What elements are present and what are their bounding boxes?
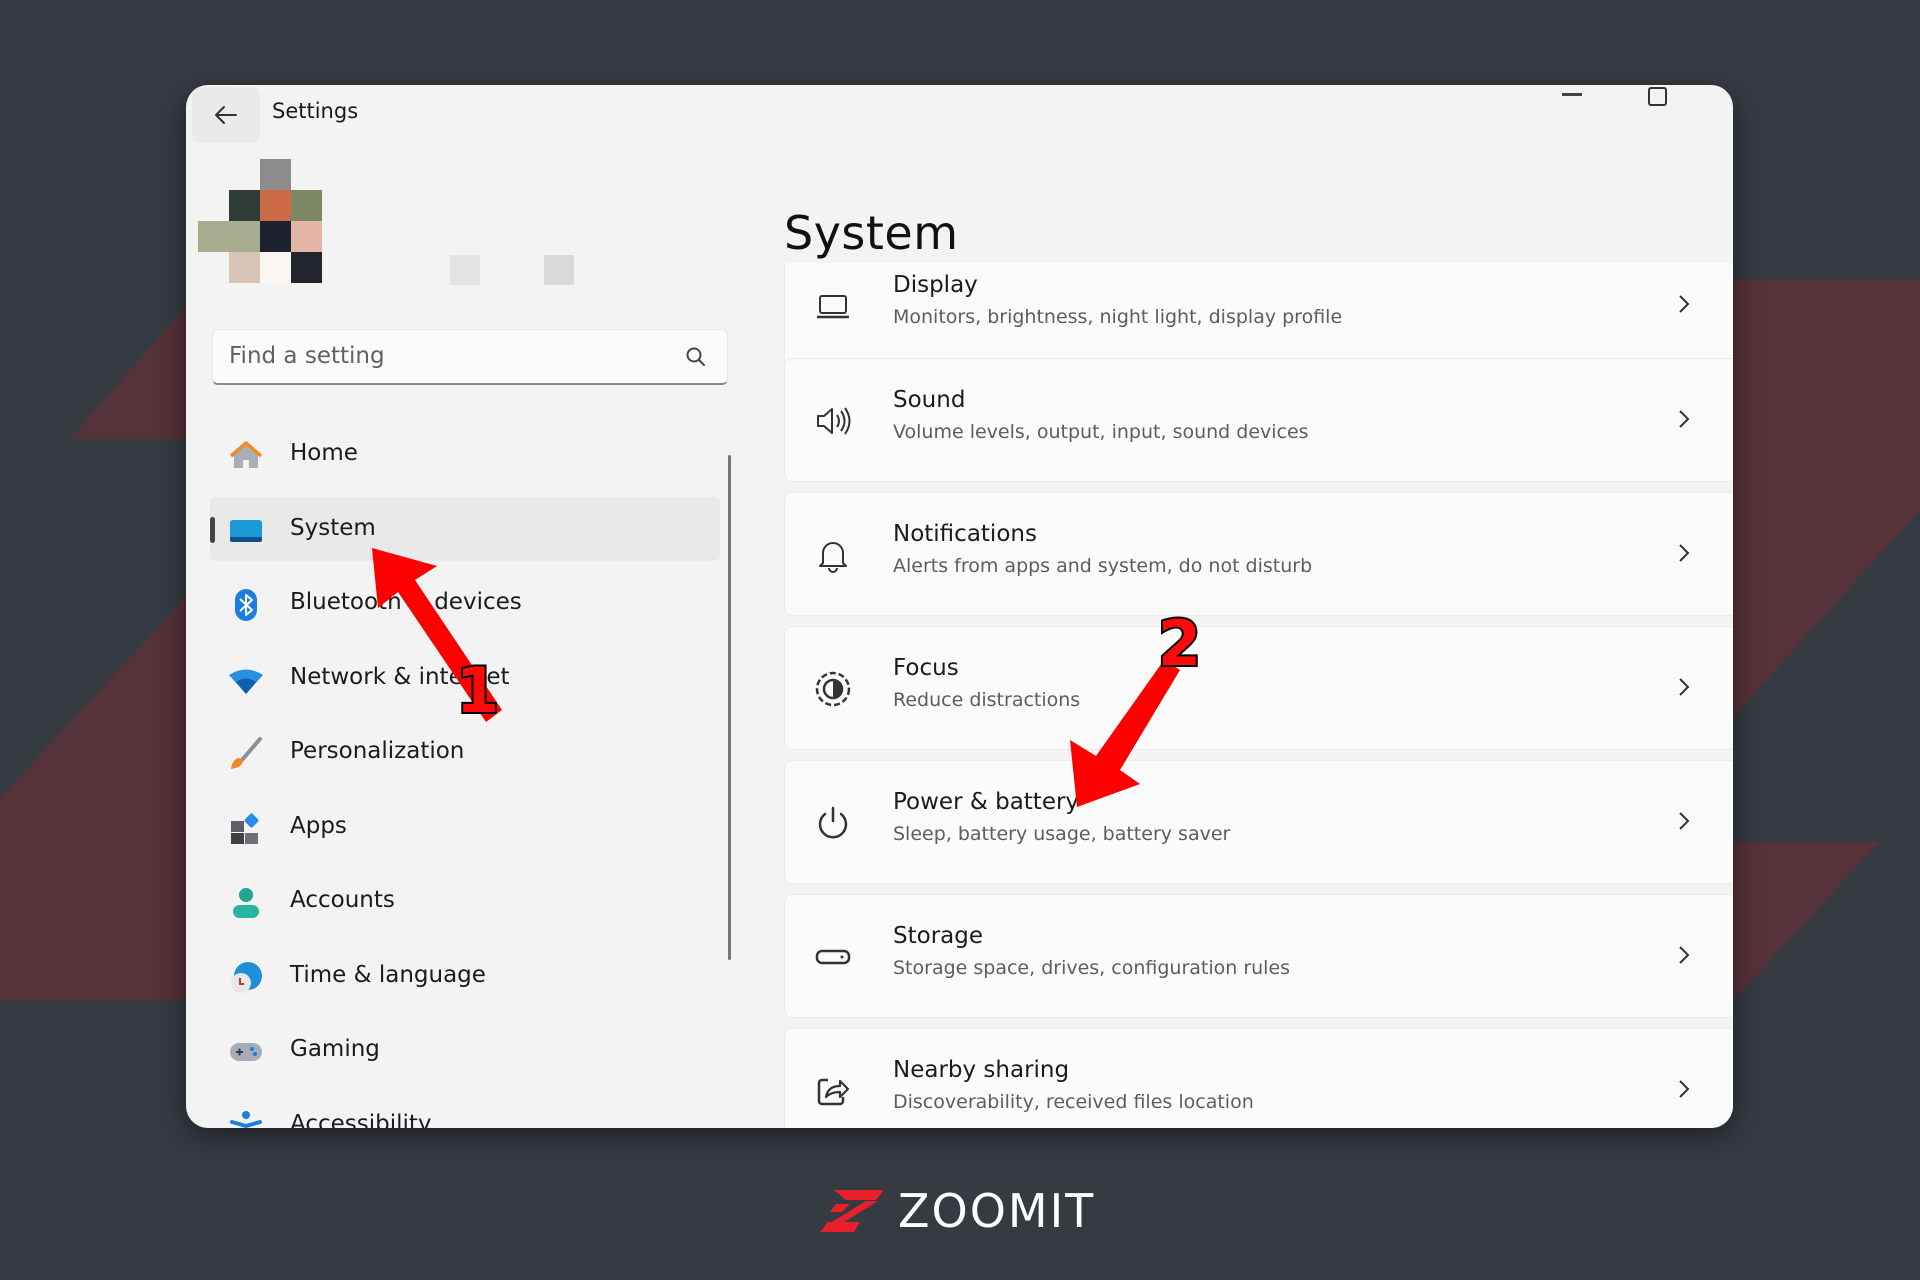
account-name-redacted (450, 255, 480, 285)
card-description: Reduce distractions (893, 689, 1081, 711)
selection-indicator (210, 516, 215, 543)
brush-icon (231, 737, 262, 769)
chevron-right-icon (1679, 678, 1690, 696)
maximize-button[interactable] (1648, 87, 1667, 106)
back-arrow-icon (215, 106, 237, 124)
apps-icon (231, 813, 259, 844)
bg-shape-right-lower (1733, 842, 1880, 1000)
card-storage[interactable]: Storage Storage space, drives, configura… (784, 894, 1733, 1018)
account-icon (233, 888, 259, 918)
bluetooth-icon (235, 589, 257, 621)
sidebar-item-label: Time & language (290, 961, 486, 988)
speaker-icon (817, 407, 851, 435)
wifi-icon (229, 669, 263, 694)
account-email-redacted (544, 255, 574, 285)
sidebar-item-personalization[interactable]: Personalization (210, 720, 720, 784)
storage-icon (815, 949, 851, 965)
card-title: Storage (893, 923, 983, 949)
bg-shape-left-lower (0, 597, 186, 1000)
card-title: Nearby sharing (893, 1057, 1070, 1083)
card-title: Display (893, 272, 978, 298)
avatar[interactable] (198, 159, 328, 289)
bell-icon (819, 542, 847, 573)
display-icon (817, 295, 849, 319)
card-title: Notifications (893, 521, 1037, 547)
search-box[interactable] (212, 329, 728, 385)
settings-window: Settings Home System Bluetooth (186, 85, 1733, 1128)
card-title: Sound (893, 387, 966, 413)
focus-icon (815, 671, 851, 707)
share-icon (817, 1078, 850, 1106)
sidebar-item-label: Gaming (290, 1036, 380, 1062)
sidebar-item-label: Network & internet (290, 663, 510, 690)
card-title: Power & battery (893, 789, 1080, 815)
card-display[interactable]: Display Monitors, brightness, night ligh… (784, 263, 1733, 367)
home-icon (229, 441, 263, 468)
card-description: Volume levels, output, input, sound devi… (893, 421, 1309, 443)
sidebar-item-accessibility[interactable]: Accessibility (210, 1093, 720, 1129)
app-title: Settings (272, 99, 359, 123)
sidebar-item-label: Bluetooth & devices (290, 589, 522, 615)
sidebar-item-label: Apps (290, 812, 347, 839)
logo-text: ZOOMIT (898, 1184, 1096, 1238)
sidebar-item-accounts[interactable]: Accounts (210, 869, 720, 933)
card-description: Sleep, battery usage, battery saver (893, 823, 1231, 845)
card-focus[interactable]: Focus Reduce distractions (784, 626, 1733, 750)
card-power-battery[interactable]: Power & battery Sleep, battery usage, ba… (784, 760, 1733, 884)
chevron-right-icon (1679, 295, 1690, 313)
card-description: Discoverability, received files location (893, 1091, 1254, 1113)
sidebar-scrollbar[interactable] (728, 455, 731, 960)
gamepad-icon (230, 1043, 262, 1061)
chevron-right-icon (1679, 946, 1690, 964)
sidebar-nav: Home System Bluetooth & devices Network … (210, 422, 720, 1128)
chevron-right-icon (1679, 812, 1690, 830)
sidebar-item-system[interactable]: System (210, 496, 720, 561)
back-button[interactable] (192, 87, 260, 143)
card-description: Storage space, drives, configuration rul… (893, 957, 1291, 979)
sidebar-item-label: Accessibility (290, 1110, 432, 1129)
card-sound[interactable]: Sound Volume levels, output, input, soun… (784, 358, 1733, 482)
sidebar-item-apps[interactable]: Apps (210, 795, 720, 859)
globe-clock-icon (231, 961, 262, 993)
chevron-right-icon (1679, 410, 1690, 428)
power-icon (818, 806, 848, 839)
card-notifications[interactable]: Notifications Alerts from apps and syste… (784, 492, 1733, 616)
card-title: Focus (893, 655, 959, 681)
page-title: System (784, 205, 959, 260)
search-icon[interactable] (685, 346, 707, 368)
search-input[interactable] (229, 330, 649, 382)
sidebar-item-bluetooth[interactable]: Bluetooth & devices (210, 571, 720, 635)
chevron-right-icon (1679, 544, 1690, 562)
sidebar-item-network[interactable]: Network & internet (210, 646, 720, 710)
bg-shape-right-upper (1733, 280, 1920, 717)
sidebar-item-home[interactable]: Home (210, 422, 720, 486)
sidebar-item-gaming[interactable]: Gaming (210, 1018, 720, 1082)
card-description: Monitors, brightness, night light, displ… (893, 306, 1343, 328)
bg-shape-left-upper (70, 306, 186, 439)
settings-card-list: Display Monitors, brightness, night ligh… (784, 263, 1733, 1128)
chevron-right-icon (1679, 1080, 1690, 1098)
sidebar-item-label: Personalization (290, 738, 465, 764)
sidebar-item-time-language[interactable]: Time & language (210, 944, 720, 1008)
minimize-button[interactable] (1562, 93, 1582, 96)
sidebar-item-label: System (290, 514, 376, 541)
system-icon (230, 519, 262, 542)
card-nearby-sharing[interactable]: Nearby sharing Discoverability, received… (784, 1028, 1733, 1128)
sidebar-item-label: Accounts (290, 887, 395, 913)
sidebar-item-label: Home (290, 440, 358, 466)
accessibility-icon (230, 1110, 262, 1128)
zoomit-z-icon (820, 1190, 884, 1232)
zoomit-logo: ZOOMIT (820, 1188, 1110, 1234)
card-description: Alerts from apps and system, do not dist… (893, 555, 1313, 577)
